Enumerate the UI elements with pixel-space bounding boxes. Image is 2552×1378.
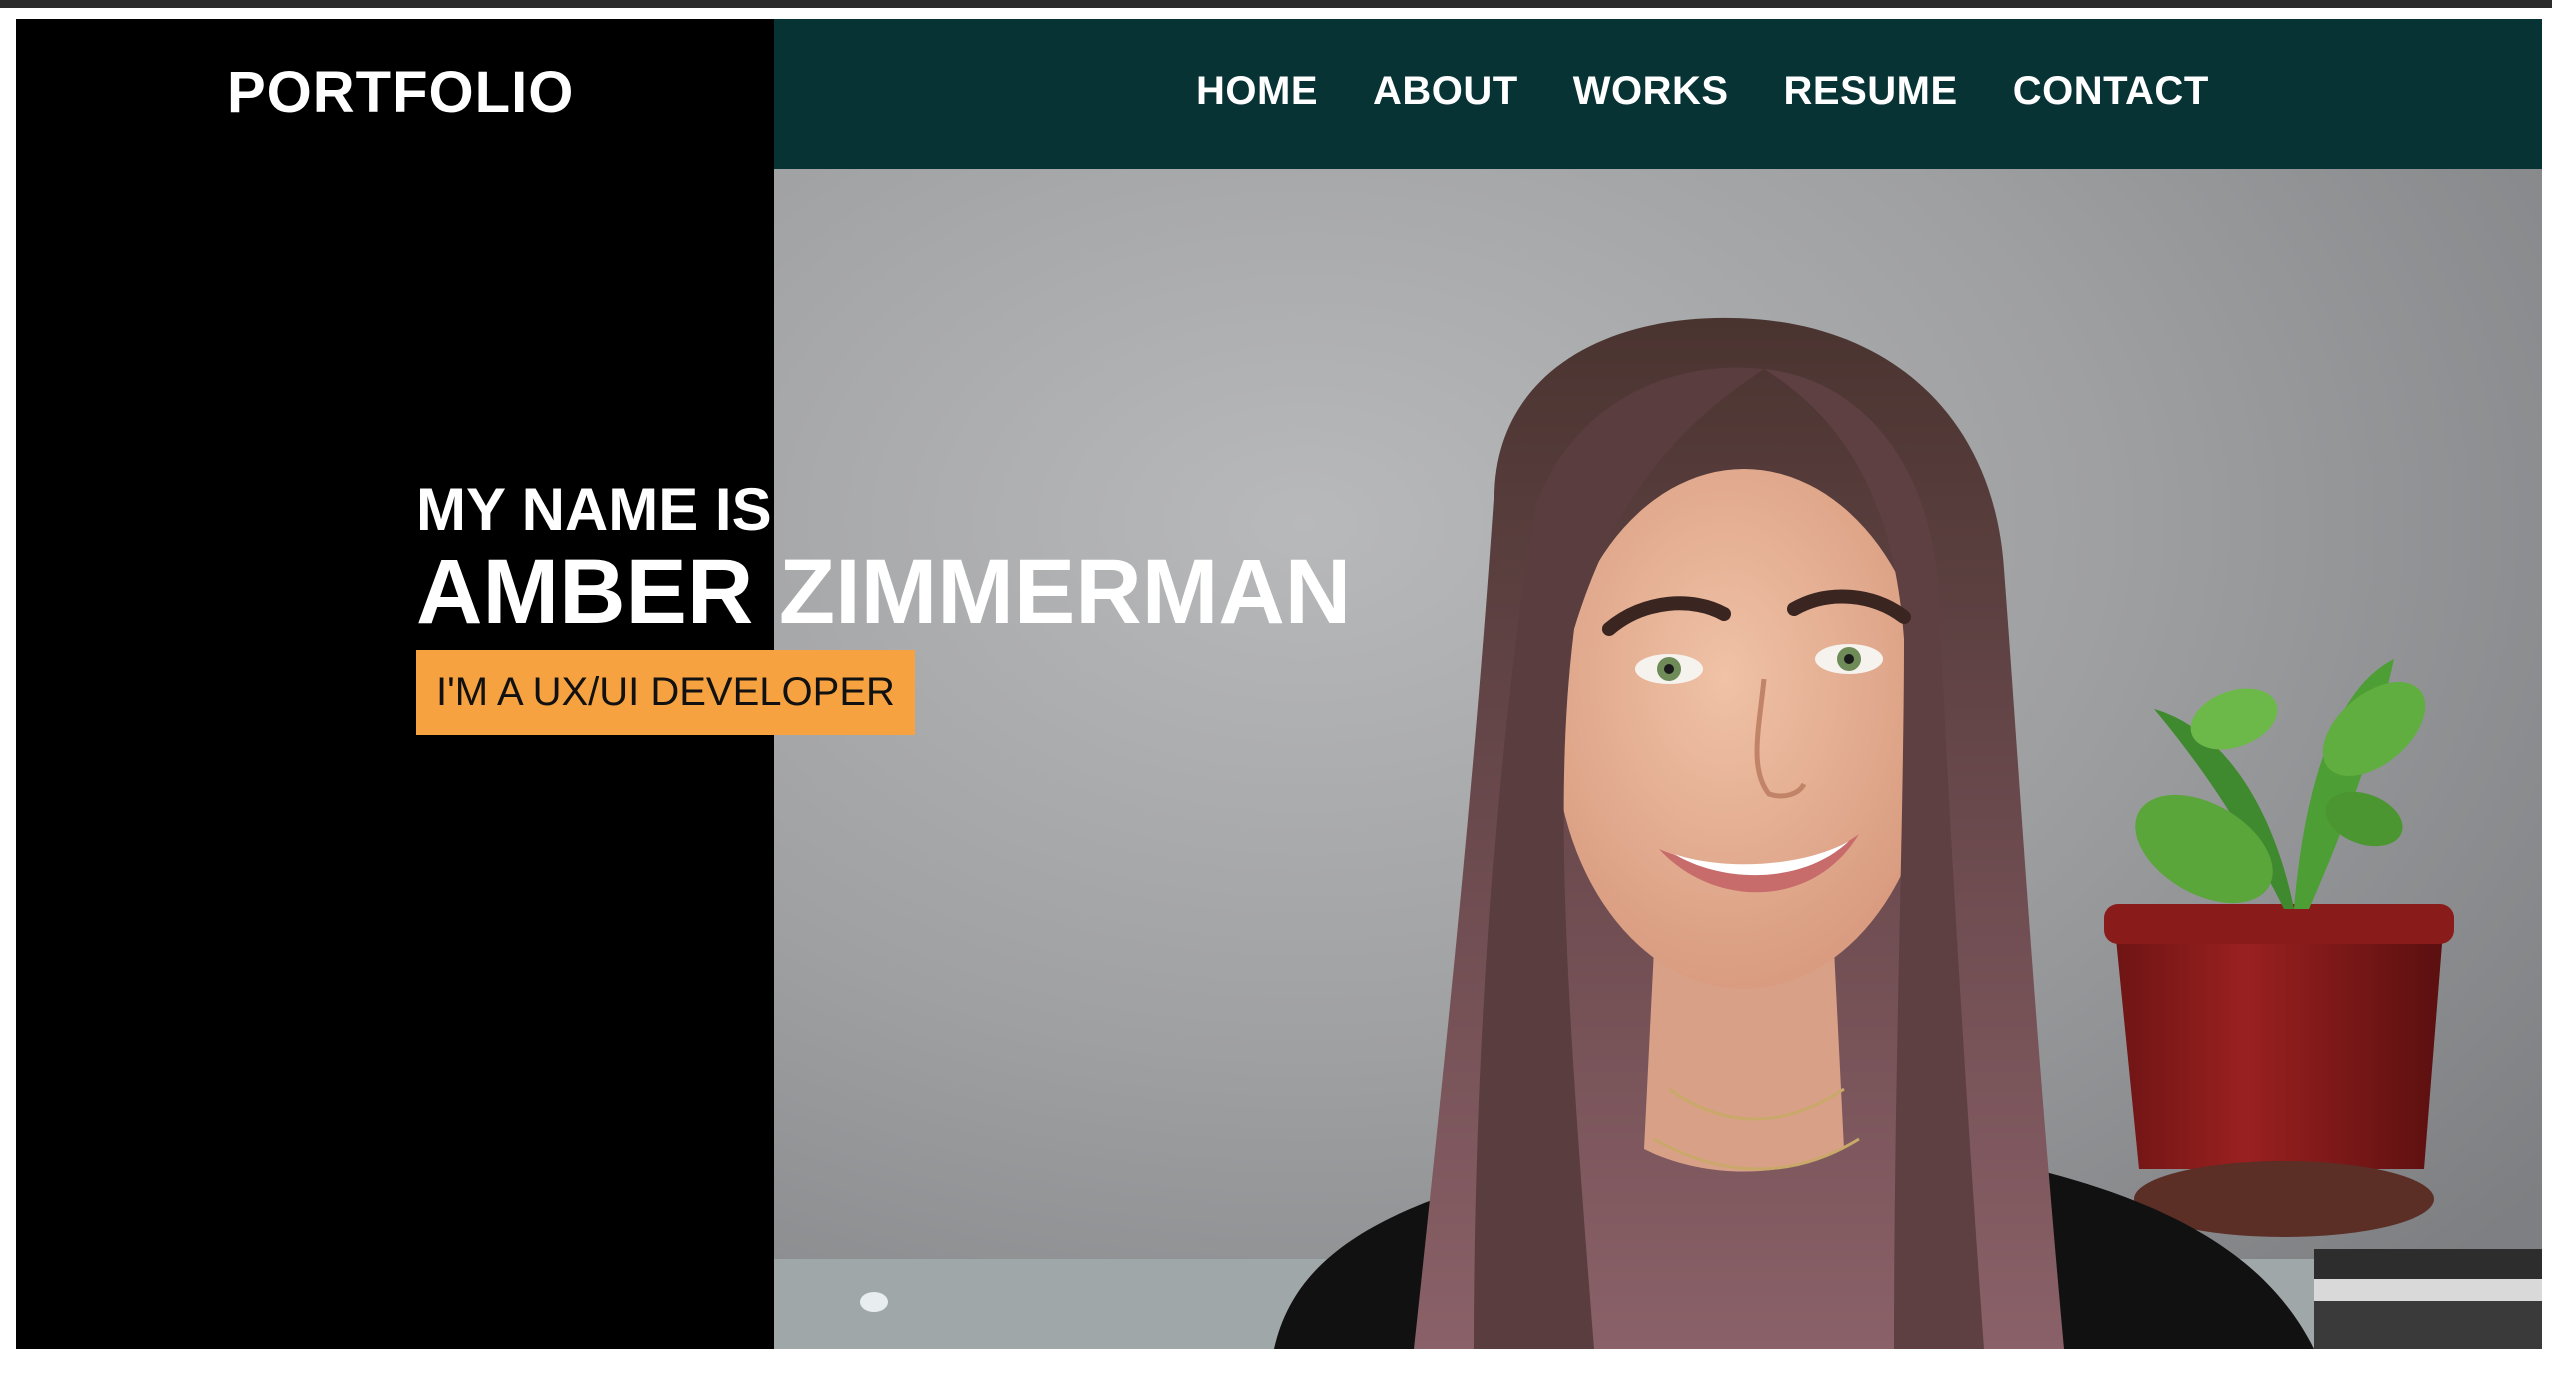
role-badge: I'M A UX/UI DEVELOPER — [416, 650, 915, 735]
hero-photo — [774, 169, 2542, 1349]
hero-name: AMBER ZIMMERMAN — [416, 541, 1352, 643]
nav-home-link[interactable]: HOME — [1196, 69, 1318, 114]
hero-intro: MY NAME IS — [416, 476, 772, 543]
nav-about-link[interactable]: ABOUT — [1373, 69, 1518, 114]
hero-text: MY NAME IS AMBER ZIMMERMAN I'M A UX/UI D… — [416, 474, 1351, 735]
nav-links: HOME ABOUT WORKS RESUME CONTACT — [1196, 69, 2209, 114]
page-frame: PORTFOLIO HOME ABOUT WORKS RESUME CONTAC… — [16, 19, 2542, 1349]
top-navbar: HOME ABOUT WORKS RESUME CONTACT — [774, 19, 2542, 169]
nav-contact-link[interactable]: CONTACT — [2013, 69, 2209, 114]
nav-resume-link[interactable]: RESUME — [1784, 69, 1958, 114]
top-border — [0, 0, 2552, 8]
nav-works-link[interactable]: WORKS — [1573, 69, 1729, 114]
brand-logo[interactable]: PORTFOLIO — [227, 59, 574, 126]
